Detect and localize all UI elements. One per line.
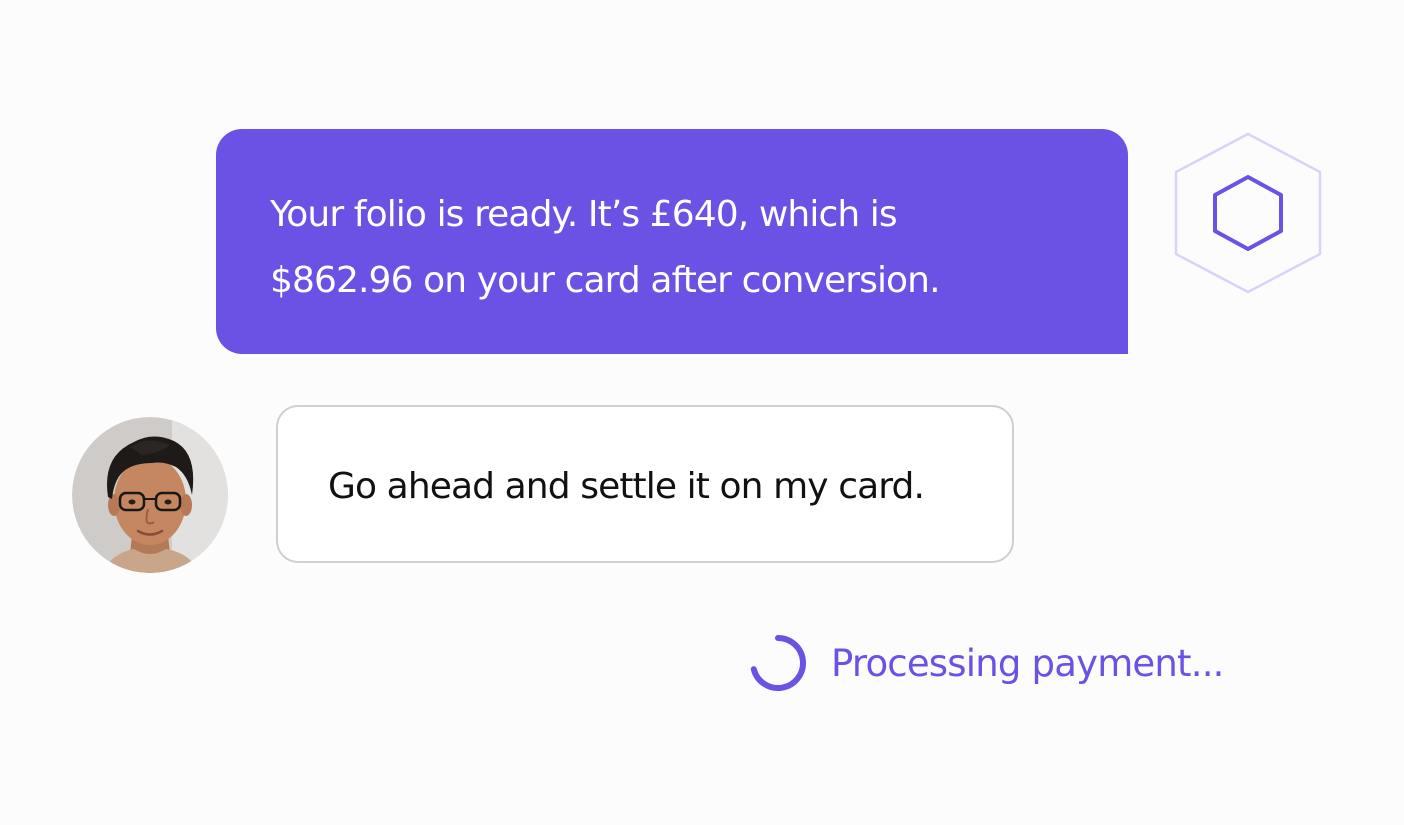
status-text: Processing payment...	[831, 641, 1224, 685]
agent-message-line-1: Your folio is ready. It’s £640, which is	[270, 194, 898, 235]
hexagon-icon	[1174, 132, 1322, 294]
chat-canvas: Your folio is ready. It’s £640, which is…	[0, 0, 1404, 825]
user-message-bubble: Go ahead and settle it on my card.	[276, 405, 1014, 563]
agent-message-bubble: Your folio is ready. It’s £640, which is…	[216, 129, 1128, 354]
spinner-icon	[750, 635, 806, 691]
user-photo	[72, 417, 228, 573]
user-message-text: Go ahead and settle it on my card.	[328, 466, 925, 507]
agent-avatar	[1172, 130, 1324, 296]
payment-status: Processing payment...	[748, 633, 1224, 693]
agent-message-line-2: $862.96 on your card after conversion.	[270, 260, 941, 301]
user-avatar	[72, 417, 228, 573]
